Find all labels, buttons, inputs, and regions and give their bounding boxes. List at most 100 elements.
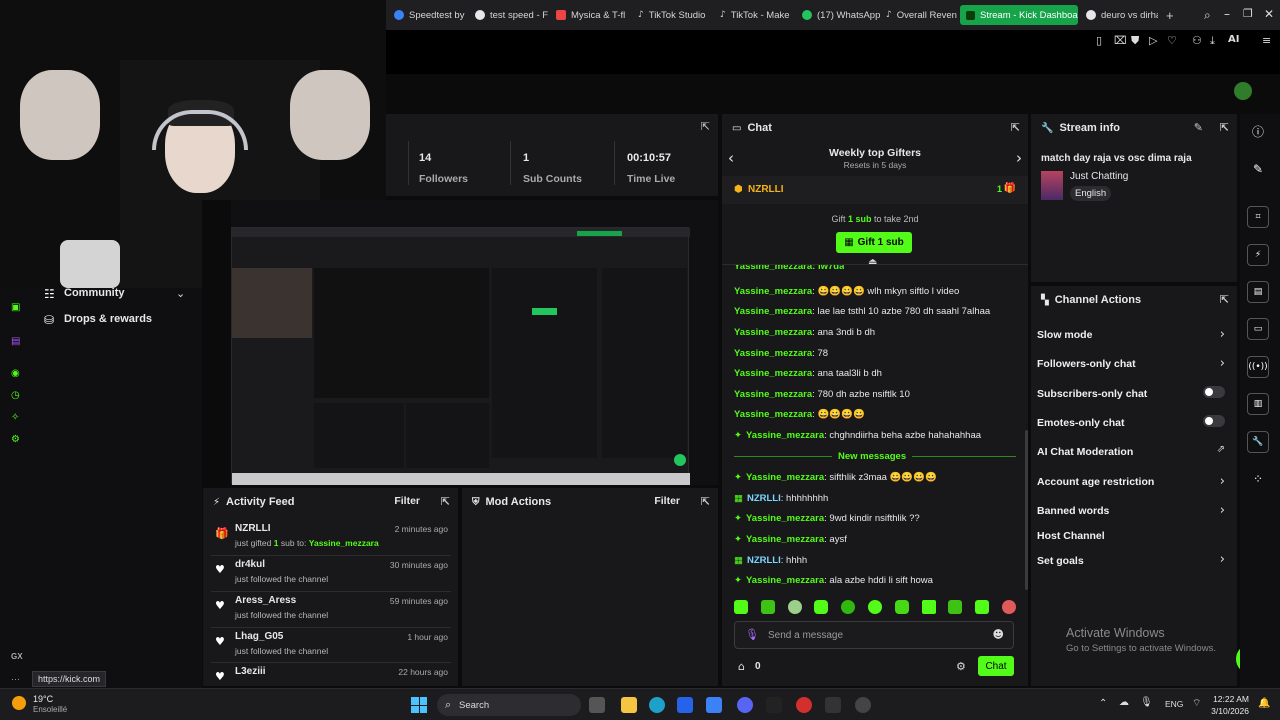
taskbar-search[interactable]: ⌕ Search [437,694,581,716]
account-icon[interactable]: ⚇ [1192,34,1202,47]
chat-username[interactable]: Yassine_mezzara [746,472,824,483]
emote-icon[interactable] [975,600,990,614]
new-tab-button[interactable]: + [1162,5,1178,25]
emote-icon[interactable] [867,600,882,614]
popout-icon[interactable]: ⇱ [701,120,710,133]
chat-username[interactable]: Yassine_mezzara [734,286,812,297]
browser-tab-speedtest[interactable]: Speedtest by [390,5,468,25]
category-thumbnail[interactable] [1041,171,1063,200]
host-channel-label[interactable]: Host Channel [1037,530,1105,542]
download-icon[interactable]: ⤓ [1210,34,1215,48]
twitch-icon[interactable]: ▤ [11,336,20,347]
chat-username[interactable]: Yassine_mezzara [734,348,812,359]
gift-sub-button[interactable]: ▦ Gift 1 sub [836,232,912,253]
top-gifter-row[interactable]: ⬢ NZRLLI 1 🎁 [722,176,1028,204]
screenshot-icon[interactable]: ⌗ [1247,206,1269,228]
emote-icon[interactable] [787,600,802,614]
popout-icon[interactable]: ⇱ [701,495,710,508]
taskbar-time[interactable]: 12:22 AM [1203,694,1249,704]
activity-item[interactable]: ♥ L3eziii 22 hours ago [203,666,458,686]
chat-username[interactable]: NZRLLI [747,493,781,504]
chat-send-button[interactable]: Chat [978,656,1014,676]
chat-username[interactable]: Yassine_mezzara [734,327,812,338]
chevron-up-icon[interactable]: ⌃ [1099,698,1107,709]
play-icon[interactable]: ▷ [1149,34,1157,47]
avatar[interactable] [1234,82,1252,100]
activity-user[interactable]: Lhag_G05 [235,631,283,642]
set-goals-label[interactable]: Set goals [1037,555,1084,567]
mail-icon[interactable] [706,697,722,713]
subscribers-only-toggle[interactable] [1203,386,1225,398]
info-icon[interactable]: ⓘ [1247,120,1269,142]
browser-tab-kick-dashboard[interactable]: Stream - Kick Dashboard [960,5,1078,25]
edge-icon[interactable] [649,697,665,713]
taskbar-date[interactable]: 3/10/2026 [1203,706,1249,716]
mod-filter-button[interactable]: Filter [654,495,680,507]
browser-tab-tiktok-studio[interactable]: ♪ TikTok Studio [634,5,714,25]
chat-username[interactable]: Yassine_mezzara [734,368,812,379]
chat-username[interactable]: Yassine_mezzara [746,513,824,524]
points-icon[interactable]: ⌂ [738,660,745,673]
browser-tab-mysica[interactable]: Mysica & T-fl [552,5,632,25]
emoji-icon[interactable]: ☻ [993,628,1004,641]
stream-category[interactable]: Just Chatting [1070,171,1128,182]
activity-user[interactable]: NZRLLI [235,523,271,534]
network-icon[interactable]: ☁ [1119,697,1129,708]
wrench-icon[interactable]: 🔧 [1247,431,1269,453]
chat-username[interactable]: Yassine_mezzara [734,389,812,400]
chevron-down-icon[interactable]: ⌄ [176,287,185,300]
activity-user[interactable]: dr4kul [235,559,265,570]
camera-icon[interactable]: ⌧ [1114,34,1127,47]
activity-item[interactable]: ♥ Aress_Aress just followed the channel … [203,595,458,631]
pin-icon[interactable]: ▯ [1096,34,1102,47]
menu-icon[interactable]: ≡ [1262,34,1271,47]
chat-username[interactable]: Yassine_mezzara [734,409,812,420]
broadcast-icon[interactable]: ((•)) [1247,356,1269,378]
emote-icon[interactable] [921,600,936,614]
popout-icon[interactable]: ⇱ [441,495,450,508]
activity-user[interactable]: Aress_Aress [235,595,296,606]
play-circle-icon[interactable]: ◉ [11,368,20,379]
emote-icon[interactable] [814,600,829,614]
store-icon[interactable] [677,697,693,713]
activity-filter-button[interactable]: Filter [394,495,420,507]
chat-icon[interactable]: ▭ [1247,318,1269,340]
file-explorer-icon[interactable] [621,697,637,713]
browser-tab-overall-revenue[interactable]: ♪ Overall Reven [882,5,958,25]
activity-item[interactable]: ♥ dr4kul just followed the channel 30 mi… [203,559,458,595]
settings-icon[interactable]: ⚙ [11,434,20,445]
emote-icon[interactable] [894,600,909,614]
emote-icon[interactable] [948,600,963,614]
edit-icon[interactable]: ✎ [1194,121,1203,134]
discord-icon[interactable] [737,697,753,713]
desc-target[interactable]: Yassine_mezzara [309,538,379,548]
ai-icon[interactable]: AI [1228,34,1239,45]
nav-item-drops[interactable]: Drops & rewards [64,313,152,325]
chat-username[interactable]: NZRLLI [747,555,781,566]
close-icon[interactable]: ✕ [1264,7,1274,21]
chat-scrollbar[interactable] [1025,430,1028,590]
microphone-icon[interactable]: 🎙 [1140,697,1153,708]
chat-username[interactable]: Yassine_mezzara [746,575,824,586]
opera-gx-icon[interactable] [796,697,812,713]
popout-icon[interactable]: ⇱ [1220,121,1229,134]
market-icon[interactable]: ▣ [11,302,20,313]
task-view-icon[interactable] [589,697,605,713]
emotes-only-toggle[interactable] [1203,415,1225,427]
browser-tab-test-speed[interactable]: test speed - F [471,5,549,25]
emote-icon[interactable] [841,600,856,614]
maximize-icon[interactable]: ❐ [1243,7,1253,20]
popout-icon[interactable]: ⇱ [1220,293,1229,306]
clock-icon[interactable]: ◷ [11,390,20,401]
slow-mode-label[interactable]: Slow mode [1037,329,1092,341]
windows-start-icon[interactable] [411,697,427,713]
mic-icon[interactable]: 🎙 [745,628,759,641]
emote-icon[interactable] [1001,600,1016,614]
activity-user[interactable]: L3eziii [235,666,266,677]
chat-username[interactable]: Yassine_mezzara [734,306,812,317]
weather-icon[interactable] [12,696,26,710]
gx-label[interactable]: GX [11,652,23,661]
collapse-icon[interactable]: ⏏ [868,257,877,268]
ai-moderation-label[interactable]: AI Chat Moderation [1037,446,1133,458]
browser-tab-whatsapp[interactable]: (17) WhatsApp [798,5,880,25]
